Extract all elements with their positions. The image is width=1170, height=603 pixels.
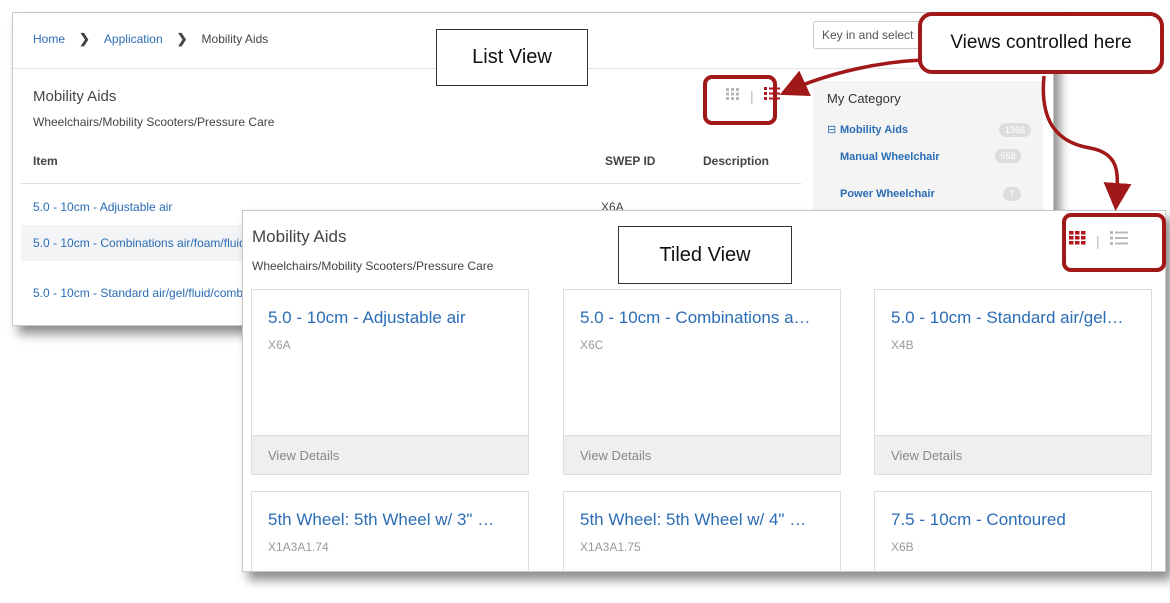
callout-arrows xyxy=(779,58,1132,211)
arrow-to-tiled-toggle xyxy=(1041,75,1132,211)
arrow-to-list-toggle xyxy=(779,58,923,97)
